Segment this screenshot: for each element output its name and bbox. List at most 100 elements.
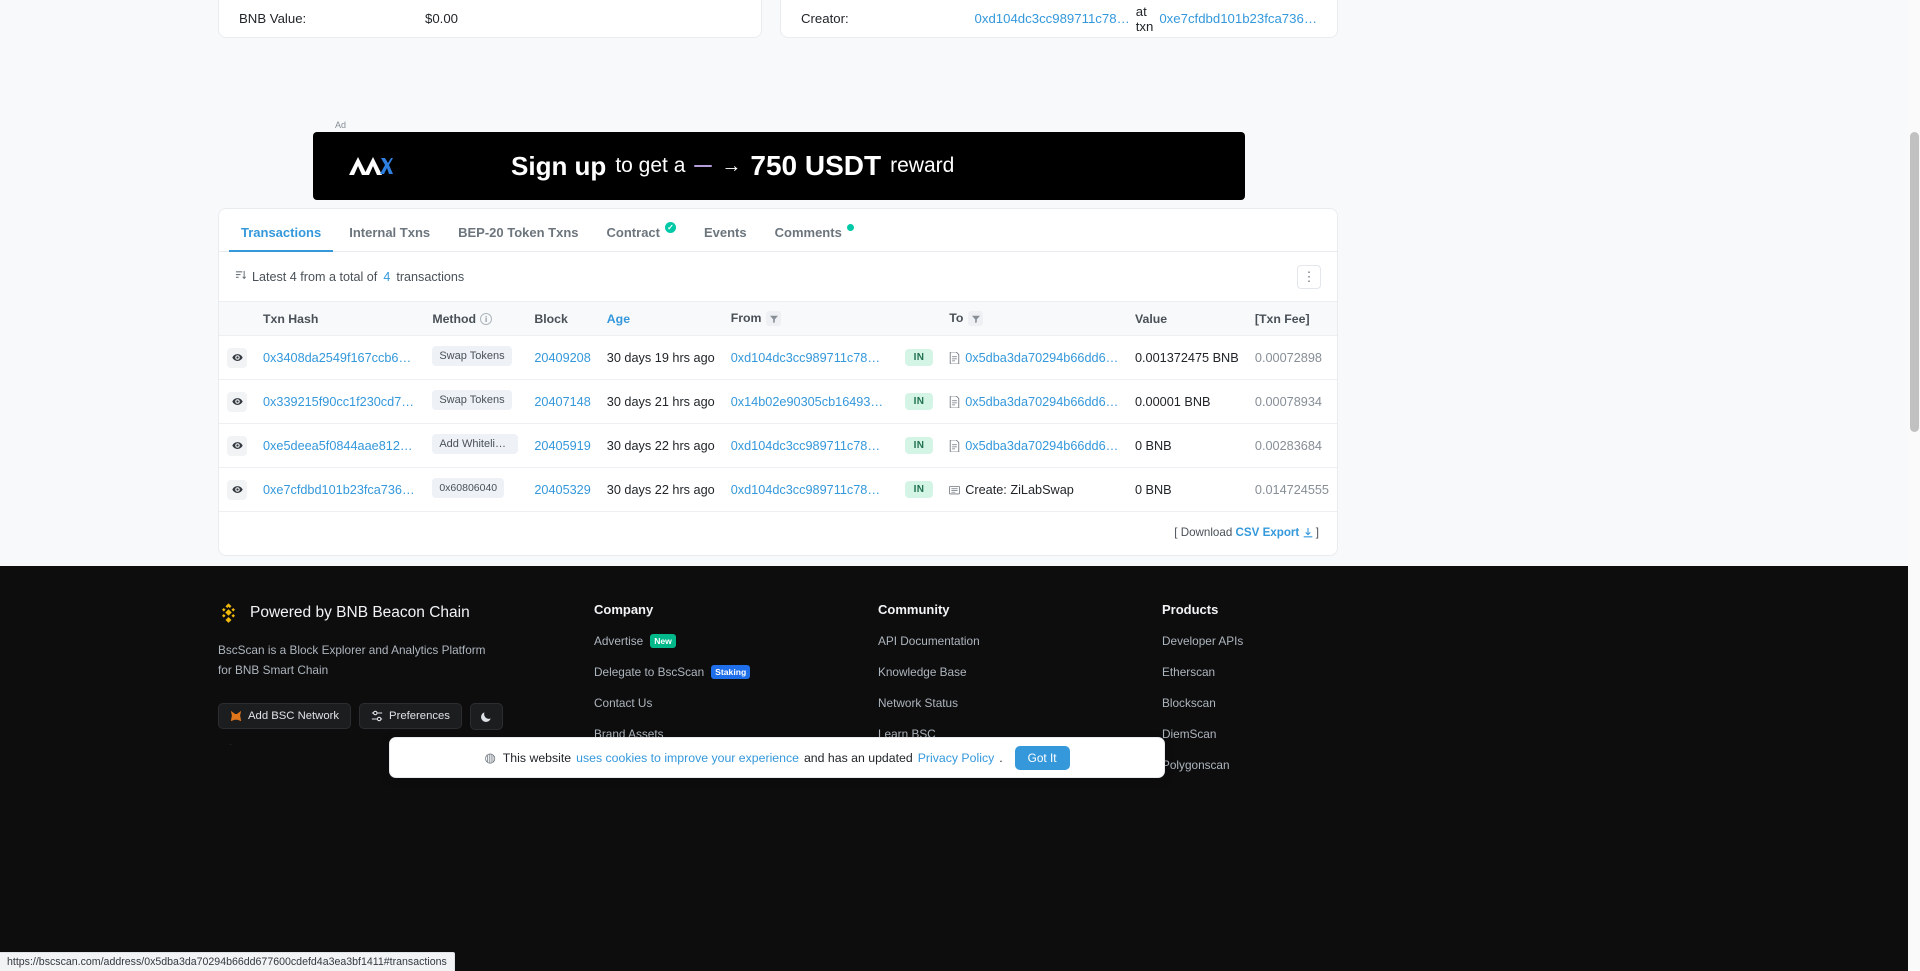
from-address-link[interactable]: 0xd104dc3cc989711c78… (731, 439, 880, 453)
footer-link-api-documentation[interactable]: API Documentation (878, 634, 1162, 648)
eye-icon[interactable] (227, 391, 247, 412)
ad-banner[interactable]: Sign up to get a → 750 USDT reward (313, 132, 1245, 200)
row-from: 0xd104dc3cc989711c78… (722, 335, 897, 381)
method-badge[interactable]: Swap Tokens (432, 390, 512, 411)
from-address-link[interactable]: 0xd104dc3cc989711c78… (731, 483, 880, 497)
privacy-policy-link[interactable]: Privacy Policy (918, 751, 995, 765)
from-address-link[interactable]: 0xd104dc3cc989711c78… (731, 351, 880, 365)
tab-transactions-label: Transactions (241, 225, 322, 240)
footer-link-blockscan[interactable]: Blockscan (1162, 696, 1243, 710)
overview-section: Balance: 0 BNB BNB Value: $0.00 ? My Nam… (218, 0, 1338, 38)
header-block: Block (526, 300, 599, 337)
row-fee: 0.00072898 (1246, 335, 1337, 381)
txn-hash-link[interactable]: 0xe5deea5f0844aae812… (263, 439, 413, 453)
row-txn-hash: 0x339215f90cc1f230cd7… (255, 379, 425, 425)
method-badge[interactable]: Swap Tokens (432, 346, 512, 367)
transactions-count-wrap: Latest 4 from a total of 4 transactions (235, 270, 464, 284)
footer-link-knowledge-base[interactable]: Knowledge Base (878, 665, 1162, 679)
contract-icon (950, 439, 960, 452)
at-txn-label: at txn (1135, 3, 1154, 34)
tab-contract[interactable]: Contract ✓ (593, 213, 690, 251)
block-link[interactable]: 20405329 (534, 483, 590, 497)
table-options-button[interactable]: ⋮ (1297, 265, 1321, 289)
scrollbar-thumb[interactable] (1910, 132, 1919, 432)
tab-transactions[interactable]: Transactions (227, 213, 335, 252)
block-link[interactable]: 20409208 (534, 351, 590, 365)
row-block: 20409208 (526, 335, 599, 381)
header-age[interactable]: Age (598, 300, 723, 337)
to-filter-icon[interactable] (968, 311, 984, 327)
txn-hash-link[interactable]: 0xe7cfdbd101b23fca736… (263, 483, 415, 497)
txn-hash-link[interactable]: 0x339215f90cc1f230cd7… (263, 395, 414, 409)
tab-comments[interactable]: Comments (761, 213, 868, 251)
row-value: 0 BNB (1126, 467, 1247, 513)
row-method: Add Whitelisted ... (424, 423, 527, 469)
tab-internal-txns-label: Internal Txns (349, 225, 431, 240)
tab-events[interactable]: Events (690, 213, 761, 251)
row-age: 30 days 22 hrs ago (598, 467, 723, 513)
to-address-link[interactable]: 0x5dba3da70294b66dd6… (965, 439, 1118, 453)
from-address-link[interactable]: 0x14b02e90305cb16493… (731, 395, 883, 409)
eye-icon[interactable] (227, 347, 247, 368)
header-direction (896, 300, 942, 337)
footer-link-contact-us[interactable]: Contact Us (594, 696, 878, 710)
header-from: From (722, 300, 897, 337)
footer-link-network-status[interactable]: Network Status (878, 696, 1162, 710)
footer-link-advertise-label: Advertise (594, 634, 644, 648)
create-contract-icon (949, 485, 961, 495)
header-from-label: From (730, 311, 762, 325)
tab-internal-txns[interactable]: Internal Txns (335, 213, 444, 251)
footer-link-developer-apis[interactable]: Developer APIs (1162, 634, 1243, 648)
footer-brand-line: Powered by BNB Beacon Chain (218, 602, 594, 623)
footer-link-advertise[interactable]: Advertise New (594, 634, 878, 648)
page-scrollbar[interactable] (1908, 0, 1920, 971)
footer-link-diemscan[interactable]: DiemScan (1162, 727, 1243, 741)
bnb-beacon-chain-logo-icon (218, 602, 239, 623)
from-filter-icon[interactable] (766, 311, 782, 327)
row-value: 0.00001 BNB (1126, 379, 1247, 425)
table-row: 0x339215f90cc1f230cd7… Swap Tokens 20407… (219, 379, 1337, 425)
transactions-total-count[interactable]: 4 (383, 270, 390, 284)
footer-link-delegate[interactable]: Delegate to BscScan Staking (594, 665, 878, 679)
row-block: 20407148 (526, 379, 599, 425)
footer-buttons: Add BSC Network Preferences (218, 702, 594, 730)
to-address-link[interactable]: 0x5dba3da70294b66dd6… (965, 395, 1118, 409)
cookie-policy-link[interactable]: uses cookies to improve your experience (576, 751, 799, 765)
method-info-icon[interactable]: i (480, 313, 493, 326)
to-address-link[interactable]: 0x5dba3da70294b66dd6… (965, 351, 1118, 365)
block-link[interactable]: 20405919 (534, 439, 590, 453)
cookie-text-middle: and has an updated (803, 750, 913, 765)
sliders-icon (371, 710, 383, 722)
method-badge[interactable]: Add Whitelisted ... (432, 434, 519, 455)
dark-mode-toggle[interactable] (469, 702, 503, 730)
cookie-text-before: This website (502, 750, 572, 765)
tab-comments-label: Comments (774, 225, 842, 240)
creator-value-wrap: 0xd104dc3cc989711c78… at txn 0xe7cfdbd10… (975, 4, 1317, 34)
txn-hash-link[interactable]: 0x3408da2549f167ccb6… (263, 351, 411, 365)
method-badge[interactable]: 0x60806040 (432, 478, 505, 499)
row-direction: IN (896, 423, 942, 469)
moon-icon (481, 711, 491, 722)
add-bsc-network-button[interactable]: Add BSC Network (218, 703, 352, 730)
bnb-value-label: BNB Value: (239, 11, 307, 26)
eye-icon[interactable] (227, 435, 247, 456)
direction-badge: IN (904, 393, 934, 411)
eye-icon[interactable] (227, 479, 247, 500)
tab-bep20-token-txns[interactable]: BEP-20 Token Txns (444, 213, 592, 251)
csv-export-link[interactable]: CSV Export (1236, 526, 1300, 539)
ad-headline: Sign up (511, 150, 607, 181)
footer-link-polygonscan[interactable]: Polygonscan (1162, 758, 1243, 772)
got-it-button[interactable]: Got It (1014, 745, 1070, 770)
preferences-button[interactable]: Preferences (359, 703, 462, 730)
row-eye-cell (219, 379, 255, 425)
creator-txn-link[interactable]: 0xe7cfdbd101b23fca736… (1159, 11, 1317, 26)
row-fee: 0.00078934 (1246, 379, 1337, 425)
creator-address-link[interactable]: 0xd104dc3cc989711c78… (975, 11, 1130, 26)
new-badge: New (650, 634, 676, 648)
transactions-table-body: 0x3408da2549f167ccb6… Swap Tokens 204092… (219, 335, 1337, 513)
header-to: To (941, 300, 1127, 337)
block-link[interactable]: 20407148 (534, 395, 590, 409)
overview-row-bnb-value: BNB Value: $0.00 (239, 0, 741, 37)
footer-link-delegate-label: Delegate to BscScan (594, 665, 705, 679)
footer-link-etherscan[interactable]: Etherscan (1162, 665, 1243, 679)
